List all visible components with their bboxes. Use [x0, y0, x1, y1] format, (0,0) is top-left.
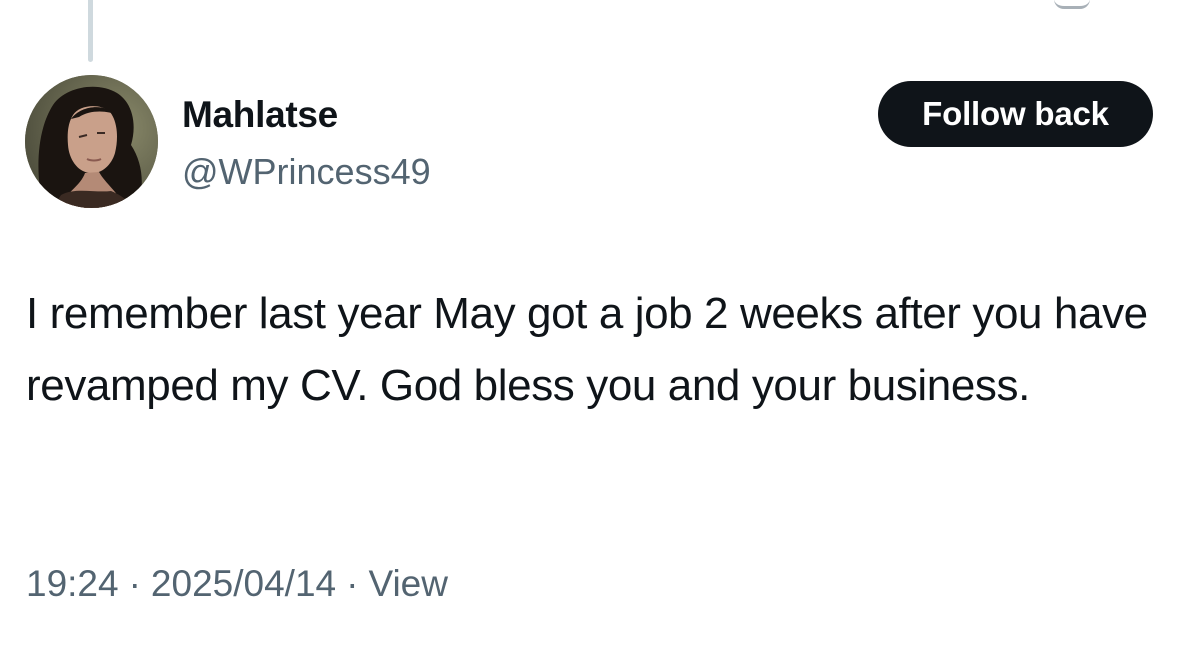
- view-link[interactable]: View: [368, 563, 448, 604]
- tweet-metadata: 19:24 · 2025/04/14 · View: [26, 562, 448, 606]
- user-avatar-photo-icon: [25, 75, 158, 208]
- tweet-text: I remember last year May got a job 2 wee…: [26, 289, 1148, 410]
- thread-connector-line: [88, 0, 93, 62]
- more-options-icon-fragment: [1054, 0, 1090, 9]
- avatar[interactable]: [25, 75, 158, 208]
- meta-separator: ·: [128, 563, 141, 604]
- follow-back-button[interactable]: Follow back: [878, 81, 1153, 147]
- tweet-date[interactable]: 2025/04/14: [151, 563, 336, 604]
- author-handle[interactable]: @WPrincess49: [182, 150, 431, 194]
- meta-separator: ·: [346, 563, 359, 604]
- author-display-name[interactable]: Mahlatse: [182, 93, 338, 137]
- tweet-time[interactable]: 19:24: [26, 563, 119, 604]
